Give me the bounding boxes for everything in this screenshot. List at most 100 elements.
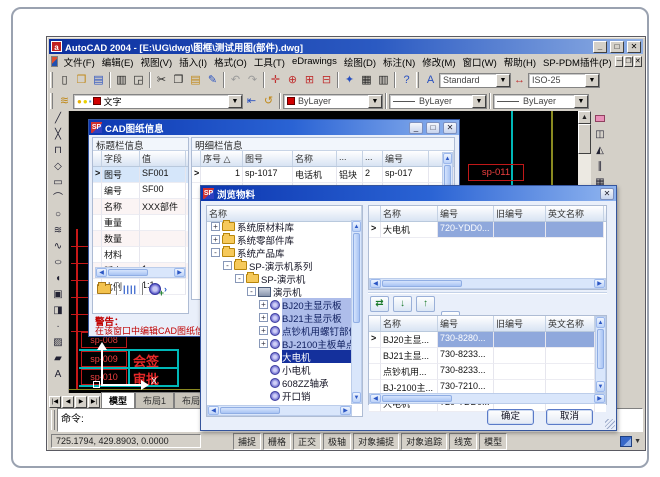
scroll-right-icon[interactable]: ▶ xyxy=(594,279,605,288)
scroll-up-icon[interactable]: ▲ xyxy=(352,221,361,232)
resize-grip[interactable] xyxy=(605,419,615,429)
plot-icon[interactable]: ▥ xyxy=(113,72,130,89)
move-up-icon[interactable]: ↑ xyxy=(416,296,435,312)
scroll-thumb[interactable] xyxy=(578,124,591,154)
new-icon[interactable]: ▯ xyxy=(56,72,73,89)
chevron-down-icon[interactable]: ▼ xyxy=(496,74,510,87)
tab-next-icon[interactable]: ▶ xyxy=(75,396,87,408)
scroll-thumb[interactable] xyxy=(220,407,280,414)
chevron-down-icon[interactable]: ▼ xyxy=(585,74,599,87)
offset-icon[interactable]: ∥ xyxy=(591,159,609,175)
text-style-combo[interactable]: Standard▼ xyxy=(439,73,511,88)
point-icon[interactable]: ∙ xyxy=(49,319,67,335)
insert-block-icon[interactable]: ▣ xyxy=(49,287,67,303)
undo-icon[interactable]: ↶ xyxy=(227,72,244,89)
barcode-icon[interactable]: |||| xyxy=(123,284,137,295)
designcenter-icon[interactable]: ▦ xyxy=(358,72,375,89)
doc-minimize-button[interactable]: ─ xyxy=(615,56,623,67)
tree-item-selected[interactable]: 大电机 xyxy=(207,350,351,363)
dim-style-combo[interactable]: ISO-25▼ xyxy=(528,73,600,88)
tree-item[interactable]: 608ZZ轴承 xyxy=(207,376,351,389)
ellipse-icon[interactable]: ○ xyxy=(49,255,67,271)
scroll-left-icon[interactable]: ◀ xyxy=(208,406,219,415)
tree-item[interactable]: +BJ20主显示板 xyxy=(207,298,351,311)
chevron-down-icon[interactable]: ▼ xyxy=(574,95,588,108)
menu-file[interactable]: 文件(F) xyxy=(60,55,98,69)
menu-modify[interactable]: 修改(M) xyxy=(419,55,459,69)
toggle-snap[interactable]: 捕捉 xyxy=(233,433,261,450)
toggle-lineweight[interactable]: 线宽 xyxy=(449,433,477,450)
rectangle-icon[interactable]: ▭ xyxy=(49,175,67,191)
arc-icon[interactable]: ⌒ xyxy=(49,191,67,207)
table-row[interactable]: 重量 xyxy=(93,215,188,231)
expander-icon[interactable]: + xyxy=(211,222,220,231)
tree-item[interactable]: +BJ21主显示板 xyxy=(207,311,351,324)
expander-icon[interactable]: + xyxy=(259,313,268,322)
tree-item[interactable]: +点钞机用螺钉部件 xyxy=(207,324,351,337)
tab-last-icon[interactable]: ▶| xyxy=(88,396,100,408)
menu-insert[interactable]: 插入(I) xyxy=(176,55,211,69)
close-button[interactable]: ✕ xyxy=(627,41,641,53)
tree-item[interactable]: +系统原材料库 xyxy=(207,220,351,233)
status-menu-arrow-icon[interactable]: ▼ xyxy=(634,438,641,445)
menu-dimension[interactable]: 标注(N) xyxy=(380,55,419,69)
expander-icon[interactable]: + xyxy=(259,326,268,335)
ellipse-arc-icon[interactable]: ◖ xyxy=(49,271,67,287)
tree-item[interactable]: 开口销 xyxy=(207,389,351,402)
toggle-ortho[interactable]: 正交 xyxy=(293,433,321,450)
menu-edrawings[interactable]: eDrawings xyxy=(288,56,340,67)
scroll-down-icon[interactable]: ▼ xyxy=(596,381,605,392)
copy-object-icon[interactable]: ◫ xyxy=(591,127,609,143)
scroll-up-icon[interactable]: ▲ xyxy=(443,153,452,164)
hatch-icon[interactable]: ▨ xyxy=(49,335,67,351)
tree-item[interactable]: +BJ-2100主板单点 xyxy=(207,337,351,350)
menu-edit[interactable]: 编辑(E) xyxy=(98,55,137,69)
properties-icon[interactable]: ✦ xyxy=(341,72,358,89)
scroll-thumb[interactable] xyxy=(597,329,604,369)
polyline-icon[interactable]: ⊓ xyxy=(49,143,67,159)
hscrollbar[interactable]: ◀ ▶ xyxy=(369,393,606,404)
spline-icon[interactable]: ∿ xyxy=(49,239,67,255)
tree-item[interactable]: -SP-演示机 xyxy=(207,272,351,285)
toolbar-grip[interactable] xyxy=(416,72,419,88)
chevron-down-icon[interactable]: ▼ xyxy=(472,95,486,108)
table-row-selected[interactable]: > 大电机 720-YDD0... xyxy=(369,222,606,238)
layer-combo[interactable]: ● ● ▪ 文字 ▼ xyxy=(73,94,243,109)
menu-format[interactable]: 格式(O) xyxy=(211,55,251,69)
match-properties-icon[interactable]: ✎ xyxy=(204,72,221,89)
redo-icon[interactable]: ↷ xyxy=(244,72,261,89)
toggle-osnap[interactable]: 对象捕捉 xyxy=(353,433,399,450)
toggle-polar[interactable]: 极轴 xyxy=(323,433,351,450)
plot-preview-icon[interactable]: ◲ xyxy=(130,72,147,89)
tab-model[interactable]: 模型 xyxy=(101,392,135,408)
region-icon[interactable]: ▰ xyxy=(49,351,67,367)
make-block-icon[interactable]: ◨ xyxy=(49,303,67,319)
maximize-button[interactable]: □ xyxy=(610,41,624,53)
tab-first-icon[interactable]: |◀ xyxy=(49,396,61,408)
mtext-icon[interactable]: A xyxy=(49,367,67,383)
doc-close-button[interactable]: ✕ xyxy=(634,56,642,67)
tab-prev-icon[interactable]: ◀ xyxy=(62,396,74,408)
polygon-icon[interactable]: ◇ xyxy=(49,159,67,175)
tree-hscrollbar[interactable]: ◀ ▶ xyxy=(207,405,352,416)
construction-line-icon[interactable]: ╳ xyxy=(49,127,67,143)
menu-window[interactable]: 窗口(W) xyxy=(459,55,500,69)
expander-icon[interactable]: - xyxy=(211,248,220,257)
table-row[interactable]: 编号 SF00 xyxy=(93,183,188,199)
zoom-previous-icon[interactable]: ⊟ xyxy=(318,72,335,89)
tree-vscrollbar[interactable]: ▲ ▼ xyxy=(351,220,362,404)
vscrollbar[interactable]: ▲ ▼ xyxy=(595,316,606,393)
hscrollbar[interactable]: ◀ ▶ xyxy=(95,267,186,278)
minimize-button[interactable]: _ xyxy=(593,41,607,53)
command-grip[interactable] xyxy=(51,410,55,430)
add-part-icon[interactable] xyxy=(149,283,161,295)
table-row[interactable]: BJ21主显... 730-8233... xyxy=(369,348,606,364)
mirror-icon[interactable]: ◭ xyxy=(591,143,609,159)
chevron-down-icon[interactable]: ▼ xyxy=(228,95,242,108)
scroll-down-icon[interactable]: ▼ xyxy=(352,392,361,403)
expander-icon[interactable]: + xyxy=(211,235,220,244)
cut-icon[interactable]: ✂ xyxy=(153,72,170,89)
expander-icon[interactable]: + xyxy=(259,339,268,348)
scroll-up-icon[interactable]: ▲ xyxy=(596,317,605,328)
expander-icon[interactable]: - xyxy=(247,287,256,296)
